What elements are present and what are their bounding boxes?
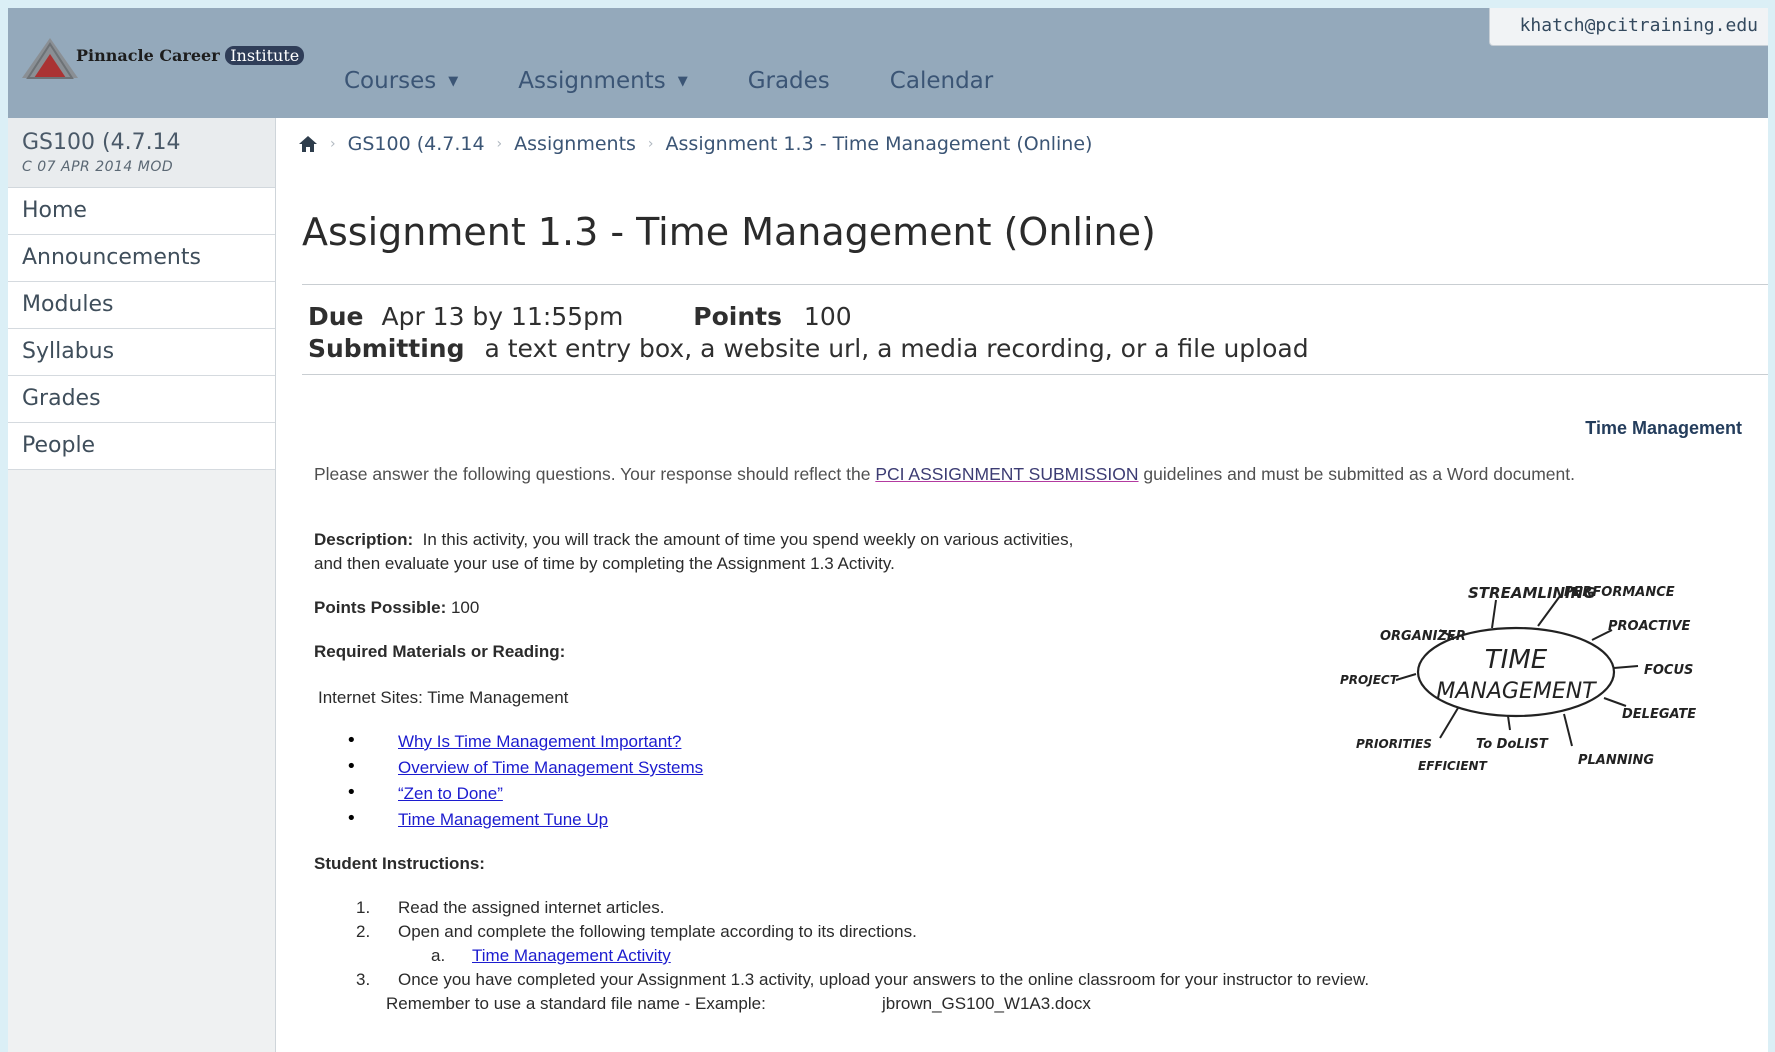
due-value: Apr 13 by 11:55pm [381,302,624,331]
main-content: › GS100 (4.7.14 › Assignments › Assignme… [276,118,1768,1052]
points-possible-label: Points Possible: [314,598,447,617]
page-title: Assignment 1.3 - Time Management (Online… [302,210,1156,254]
bullet-icon: • [346,756,357,777]
points-possible-value: 100 [446,598,480,617]
divider [302,284,1768,285]
description-label: Description: [314,530,414,549]
step-number: 2. [356,922,371,941]
word-project: PROJECT [1340,673,1399,687]
chevron-down-icon: ▼ [448,74,459,89]
description-line-2: and then evaluate your use of time by co… [314,554,895,573]
word-efficient: EFFICIENT [1418,759,1488,773]
breadcrumb: › GS100 (4.7.14 › Assignments › Assignme… [298,133,1092,155]
submission-guidelines-link[interactable]: PCI ASSIGNMENT SUBMISSION [875,464,1138,484]
description-line-1: Description: In this activity, you will … [314,530,1073,550]
word-priorities: PRIORITIES [1356,737,1432,751]
word-todolist: To DoLIST [1476,737,1549,752]
student-instructions-label: Student Instructions: [314,854,485,873]
course-title-block[interactable]: GS100 (4.7.14 C 07 APR 2014 MOD [8,118,275,188]
internet-sites-label: Internet Sites: Time Management [318,688,569,707]
nav-assignments[interactable]: Assignments ▼ [518,68,687,94]
center-word-bottom: MANAGEMENT [1436,679,1597,704]
global-header: Pinnacle Career Institute khatch@pcitrai… [8,8,1768,118]
step-1-text: Read the assigned internet articles. [398,898,665,917]
breadcrumb-current[interactable]: Assignment 1.3 - Time Management (Online… [666,133,1093,155]
breadcrumb-separator: › [647,136,654,152]
bullet-icon: • [346,808,357,829]
word-focus: FOCUS [1644,663,1693,678]
divider [302,374,1768,375]
section-title: Time Management [1585,418,1742,438]
nav-courses-label: Courses [344,68,437,94]
course-code: GS100 (4.7.14 [22,130,181,155]
sidebar-item-modules[interactable]: Modules [8,282,275,329]
points-label: Points [693,302,782,331]
nav-assignments-label: Assignments [518,68,666,94]
chevron-down-icon: ▼ [677,74,688,89]
submitting-label: Submitting [308,334,465,363]
assignment-due-points: Due Apr 13 by 11:55pm Points 100 [308,302,852,331]
sidebar-item-home[interactable]: Home [8,188,275,235]
course-subtitle: C 07 APR 2014 MOD [22,159,174,175]
nav-calendar[interactable]: Calendar [890,68,993,94]
reading-link-4[interactable]: Time Management Tune Up [398,810,608,830]
sidebar-item-announcements[interactable]: Announcements [8,235,275,282]
breadcrumb-course[interactable]: GS100 (4.7.14 [348,133,485,155]
description-text-1: In this activity, you will track the amo… [413,530,1074,549]
global-nav: Courses ▼ Assignments ▼ Grades Calendar [344,68,1053,94]
logo-brand: Pinnacle Career [76,46,220,65]
assignment-submission-types: Submitting a text entry box, a website u… [308,334,1309,363]
step-number: 1. [356,898,371,917]
step-number: 3. [356,970,371,989]
home-icon[interactable] [298,134,318,154]
word-delegate: DELEGATE [1622,707,1696,722]
sidebar-item-syllabus[interactable]: Syllabus [8,329,275,376]
nav-courses[interactable]: Courses ▼ [344,68,458,94]
reading-link-2[interactable]: Overview of Time Management Systems [398,758,703,778]
sidebar-item-grades[interactable]: Grades [8,376,275,423]
reading-link-3[interactable]: “Zen to Done” [398,784,503,804]
intro-paragraph: Please answer the following questions. Y… [314,462,1754,487]
step-2-text: Open and complete the following template… [398,922,917,941]
time-management-illustration: TIME MANAGEMENT STREAMLINING PERFORMANCE… [1340,584,1696,773]
word-proactive: PROACTIVE [1608,619,1691,634]
breadcrumb-separator: › [496,136,503,152]
bullet-icon: • [346,782,357,803]
points-value: 100 [803,302,852,331]
breadcrumb-separator: › [330,136,336,152]
word-planning: PLANNING [1578,753,1654,768]
filename-note: Remember to use a standard file name - E… [386,994,766,1013]
app-frame: Pinnacle Career Institute khatch@pcitrai… [8,8,1768,1052]
submitting-value: a text entry box, a website url, a media… [484,334,1309,363]
bullet-icon: • [346,730,357,751]
filename-example: jbrown_GS100_W1A3.docx [882,994,1091,1013]
logo-text: Pinnacle Career Institute [76,46,305,65]
points-possible: Points Possible: 100 [314,598,479,618]
sidebar-item-people[interactable]: People [8,423,275,470]
required-materials-label: Required Materials or Reading: [314,642,566,661]
due-label: Due [308,302,364,331]
logo-badge: Institute [225,46,305,65]
user-account-link[interactable]: khatch@pcitraining.edu [1488,8,1768,46]
institution-logo[interactable]: Pinnacle Career Institute [20,34,305,90]
breadcrumb-assignments[interactable]: Assignments [514,133,636,155]
word-performance: PERFORMANCE [1564,585,1675,600]
time-management-activity-link[interactable]: Time Management Activity [472,946,671,966]
course-sidebar: GS100 (4.7.14 C 07 APR 2014 MOD Home Ann… [8,118,276,1052]
nav-calendar-label: Calendar [889,68,994,94]
nav-grades-label: Grades [747,68,830,94]
intro-text-before: Please answer the following questions. Y… [314,464,876,484]
substep-letter: a. [431,946,446,965]
reading-link-1[interactable]: Why Is Time Management Important? [398,732,681,752]
intro-text-after: guidelines and must be submitted as a Wo… [1138,464,1575,484]
step-3-text: Once you have completed your Assignment … [398,970,1370,989]
nav-grades[interactable]: Grades [748,68,830,94]
word-organizer: ORGANIZER [1380,629,1466,644]
center-word-top: TIME [1485,645,1548,675]
